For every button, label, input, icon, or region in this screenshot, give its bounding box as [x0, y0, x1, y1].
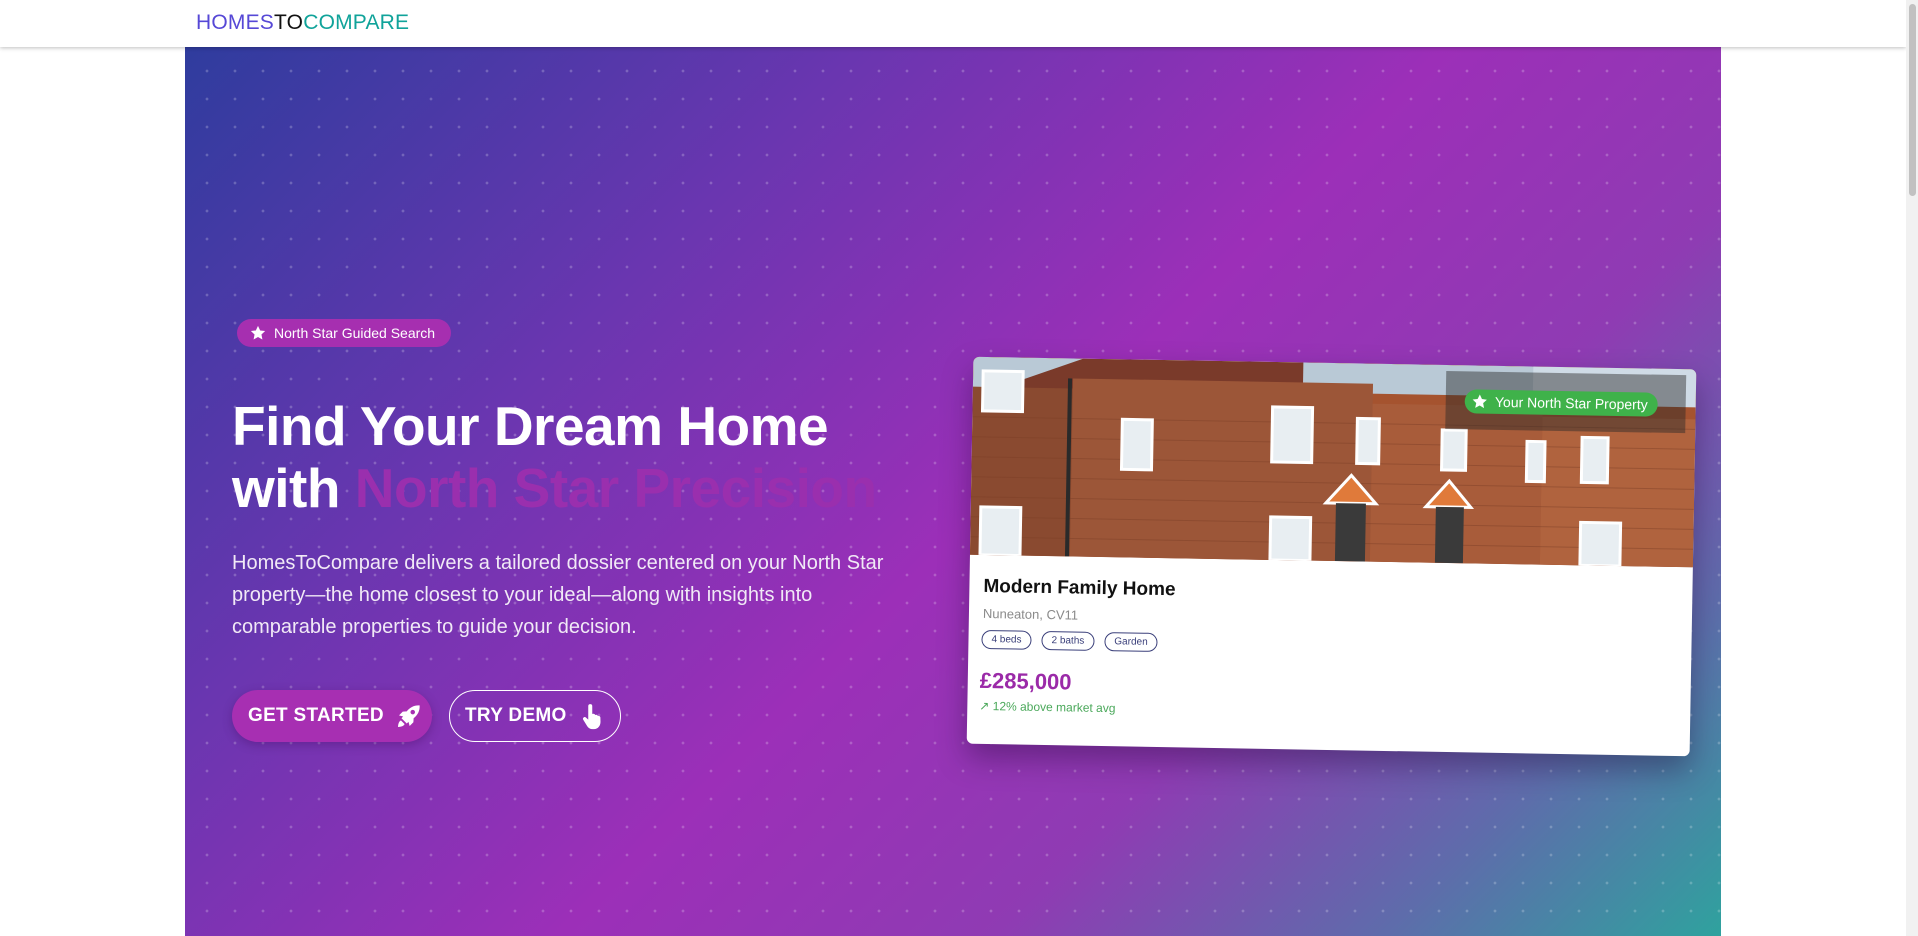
market-comparison: ↗ 12% above market avg	[979, 698, 1116, 716]
get-started-button[interactable]: GET STARTED	[232, 690, 432, 742]
scrollbar-thumb[interactable]	[1909, 4, 1916, 196]
try-demo-button[interactable]: TRY DEMO	[449, 690, 621, 742]
badge-label: North Star Guided Search	[274, 325, 436, 341]
tag-baths: 2 baths	[1041, 630, 1095, 651]
get-started-label: GET STARTED	[248, 705, 384, 726]
brand-part-homes: HOMES	[196, 11, 275, 34]
page-scrollbar[interactable]	[1906, 0, 1918, 936]
pointer-hand-icon	[582, 704, 601, 730]
north-star-property-label: Your North Star Property	[1494, 393, 1648, 413]
headline-line1: Find Your Dream Home	[232, 395, 829, 457]
property-photo	[969, 356, 1697, 568]
star-icon	[1472, 394, 1488, 409]
rocket-icon	[397, 705, 420, 727]
tag-garden: Garden	[1104, 632, 1158, 652]
north-star-property-badge: Your North Star Property	[1464, 389, 1658, 417]
hero-section: North Star Guided Search Find Your Dream…	[185, 47, 1721, 936]
tag-beds: 4 beds	[981, 629, 1032, 650]
try-demo-label: TRY DEMO	[465, 705, 567, 726]
property-price: £285,000	[979, 667, 1072, 695]
north-star-badge: North Star Guided Search	[237, 319, 452, 347]
property-tags: 4 beds 2 baths Garden	[981, 629, 1158, 652]
brand-part-compare: COMPARE	[303, 11, 410, 34]
property-location: Nuneaton, CV11	[982, 605, 1079, 623]
brand-logo[interactable]: HOMESTOCOMPARE	[196, 11, 409, 35]
top-navbar: HOMESTOCOMPARE	[0, 0, 1906, 47]
star-icon	[250, 325, 266, 340]
property-title: Modern Family Home	[983, 575, 1176, 601]
headline-accent: North Star Precision	[354, 457, 877, 519]
hero-description: HomesToCompare delivers a tailored dossi…	[232, 552, 884, 638]
property-card[interactable]: Your North Star Property Modern Family H…	[966, 356, 1697, 757]
headline-with: with	[232, 457, 340, 519]
hero-headline: Find Your Dream Home with North Star Pre…	[232, 395, 952, 519]
brand-part-to: TO	[274, 11, 304, 34]
